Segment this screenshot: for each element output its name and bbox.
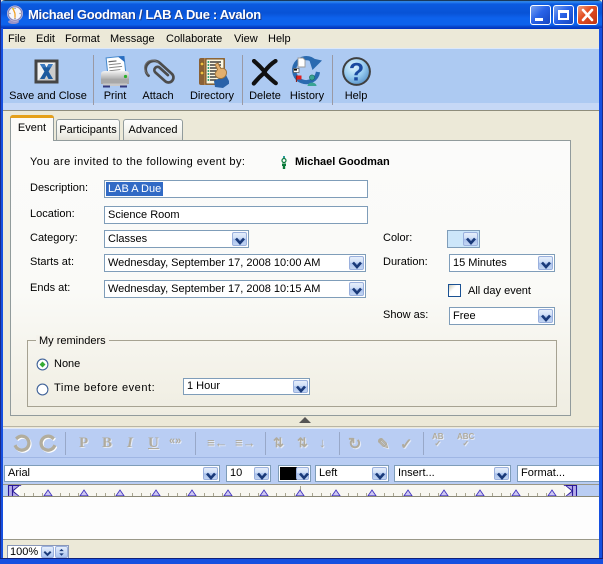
svg-text:?: ? — [349, 59, 364, 87]
